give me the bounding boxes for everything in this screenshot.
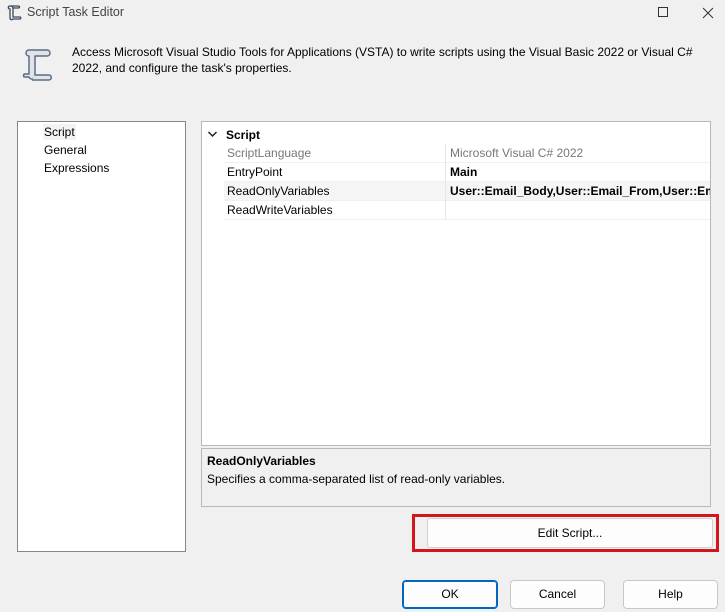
header-description: Access Microsoft Visual Studio Tools for… [72, 45, 693, 75]
column-divider [445, 182, 446, 201]
script-task-icon [22, 49, 52, 81]
property-row-readwritevariables[interactable]: ReadWriteVariables [224, 201, 710, 220]
cancel-button[interactable]: Cancel [510, 580, 605, 609]
property-description-panel: ReadOnlyVariables Specifies a comma-sepa… [201, 448, 711, 507]
page-nav-list[interactable]: Script General Expressions [17, 121, 186, 552]
property-grid[interactable]: Script ScriptLanguage Microsoft Visual C… [201, 121, 711, 446]
script-scroll-icon [7, 5, 22, 21]
property-name: ReadWriteVariables [227, 203, 333, 217]
column-divider [445, 144, 446, 163]
column-divider [445, 201, 446, 220]
close-icon [702, 7, 714, 19]
chevron-down-icon[interactable] [207, 129, 218, 139]
property-row-readonlyvariables[interactable]: ReadOnlyVariables User::Email_Body,User:… [224, 182, 710, 201]
property-value[interactable]: Microsoft Visual C# 2022 [450, 146, 710, 160]
window-title: Script Task Editor [27, 5, 125, 19]
edit-script-button[interactable]: Edit Script... [427, 518, 713, 548]
property-name: ReadOnlyVariables [227, 184, 330, 198]
ok-button[interactable]: OK [402, 580, 498, 609]
property-value[interactable]: User::Email_Body,User::Email_From,User::… [450, 184, 710, 198]
property-name: ScriptLanguage [227, 146, 312, 160]
category-row-script[interactable]: Script [202, 126, 710, 144]
property-gutter [202, 144, 224, 220]
maximize-icon [658, 7, 668, 17]
property-row-entrypoint[interactable]: EntryPoint Main [224, 163, 710, 182]
nav-item-general[interactable]: General [43, 142, 88, 158]
description-title: ReadOnlyVariables [207, 454, 316, 468]
category-label: Script [226, 128, 261, 142]
nav-item-expressions[interactable]: Expressions [43, 160, 110, 176]
help-button[interactable]: Help [623, 580, 718, 609]
column-divider [445, 163, 446, 182]
title-bar: Script Task Editor [0, 0, 725, 26]
property-value[interactable]: Main [450, 165, 710, 179]
maximize-button[interactable] [646, 0, 680, 26]
property-name: EntryPoint [227, 165, 283, 179]
close-button[interactable] [691, 0, 725, 26]
description-text: Specifies a comma-separated list of read… [207, 472, 506, 486]
nav-item-script[interactable]: Script [43, 124, 76, 140]
property-row-scriptlanguage[interactable]: ScriptLanguage Microsoft Visual C# 2022 [224, 144, 710, 163]
